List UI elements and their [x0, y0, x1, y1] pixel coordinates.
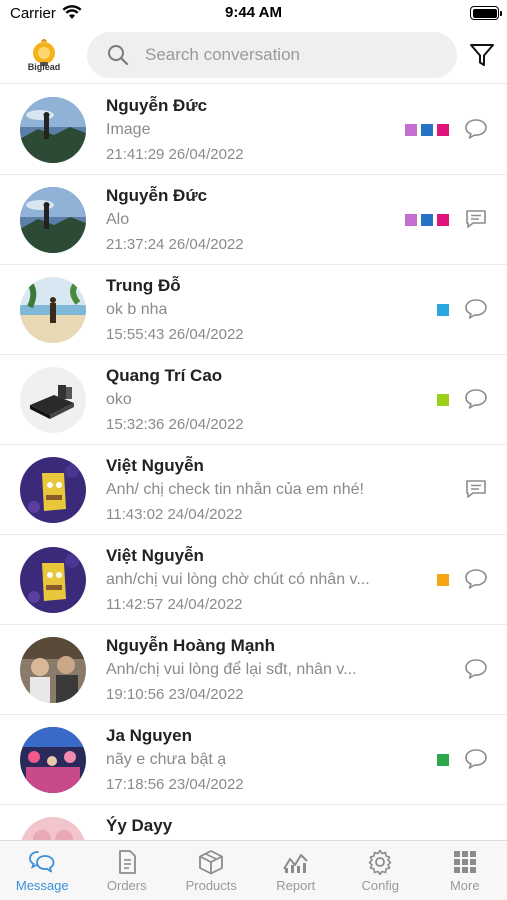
tab-message[interactable]: Message — [0, 841, 85, 900]
search-bar[interactable] — [87, 32, 457, 78]
beach-avatar — [20, 277, 86, 343]
conversation-preview: Alo — [106, 211, 130, 228]
logo-text: Biglead — [27, 62, 61, 72]
tag-color — [405, 214, 417, 226]
conversation-name: Ýy Dayy — [106, 816, 173, 835]
tag-list — [437, 754, 449, 766]
conversation-item[interactable]: Nguyễn Đức Alo 21:37:24 26/04/2022 — [0, 175, 507, 265]
conversation-item[interactable]: Ja Nguyen nãy e chưa bật ạ 17:18:56 23/0… — [0, 715, 507, 805]
landscape-avatar — [20, 97, 86, 163]
conversation-time: 15:32:36 26/04/2022 — [106, 416, 244, 433]
chat-bubble-icon[interactable] — [464, 568, 488, 590]
conversation-time: 21:41:29 26/04/2022 — [106, 146, 244, 163]
tab-label: Config — [361, 878, 400, 893]
tag-list — [437, 304, 449, 316]
conversation-time: 21:37:24 26/04/2022 — [106, 236, 244, 253]
battery-icon — [470, 6, 502, 20]
conversation-item[interactable]: Nguyễn Hoàng Mạnh Anh/chị vui lòng để lạ… — [0, 625, 507, 715]
tab-label: Message — [15, 878, 69, 893]
tag-color — [437, 754, 449, 766]
cartoon-avatar — [20, 457, 86, 523]
landscape-avatar — [20, 187, 86, 253]
conversation-item[interactable]: Việt Nguyễn anh/chị vui lòng chờ chút có… — [0, 535, 507, 625]
conversation-item[interactable]: Nguyễn Đức Image 21:41:29 26/04/2022 — [0, 85, 507, 175]
tab-more[interactable]: More — [423, 841, 507, 900]
conversation-name: Nguyễn Đức — [106, 186, 208, 205]
chat-text-icon[interactable] — [464, 478, 488, 500]
clock: 9:44 AM — [225, 4, 282, 21]
report-icon — [282, 854, 308, 873]
conversation-time: 11:42:57 24/04/2022 — [106, 596, 243, 613]
orders-icon — [118, 850, 136, 874]
tag-list — [437, 394, 449, 406]
pink-avatar — [20, 817, 86, 840]
conversation-name: Quang Trí Cao — [106, 366, 223, 385]
products-icon — [199, 850, 224, 875]
chat-bubble-icon[interactable] — [464, 388, 488, 410]
conversation-item[interactable]: Quang Trí Cao oko 15:32:36 26/04/2022 — [0, 355, 507, 445]
tag-color — [421, 124, 433, 136]
tag-list — [437, 574, 449, 586]
conversation-preview: anh/chị vui lòng chờ chút có nhân v... — [106, 571, 370, 588]
conversation-time: 17:18:56 23/04/2022 — [106, 776, 244, 793]
conversation-name: Nguyễn Hoàng Mạnh — [106, 636, 276, 655]
search-input[interactable] — [145, 32, 445, 78]
conversation-name: Việt Nguyễn — [106, 456, 204, 475]
chat-bubble-icon[interactable] — [464, 118, 488, 140]
chat-bubble-icon[interactable] — [464, 658, 488, 680]
more-icon — [453, 851, 476, 873]
conversation-name: Ja Nguyen — [106, 726, 192, 745]
config-icon — [368, 849, 392, 875]
tab-products[interactable]: Products — [169, 841, 254, 900]
conversation-item[interactable]: Trung Đỗ ok b nha 15:55:43 26/04/2022 — [0, 265, 507, 355]
cartoon-avatar — [20, 547, 86, 613]
conversation-preview: Image — [106, 121, 151, 138]
tag-color — [437, 124, 449, 136]
tab-bar: Message Orders Products Report Config Mo… — [0, 840, 507, 900]
tab-report[interactable]: Report — [254, 841, 339, 900]
header: Biglead — [0, 28, 507, 84]
conversation-preview: ok b nha — [106, 301, 168, 318]
status-bar: Carrier 9:44 AM — [0, 0, 507, 28]
conversation-name: Trung Đỗ — [106, 276, 181, 295]
conversation-list: Nguyễn Đức Image 21:41:29 26/04/2022 Ngu… — [0, 85, 507, 840]
filter-icon[interactable] — [469, 42, 495, 68]
tag-color — [437, 394, 449, 406]
conversation-preview: nãy e chưa bật ạ — [106, 751, 227, 768]
tag-color — [437, 574, 449, 586]
tag-color — [405, 124, 417, 136]
tag-color — [421, 214, 433, 226]
tab-label: Orders — [106, 878, 147, 893]
tab-label: More — [449, 878, 480, 893]
tag-color — [437, 304, 449, 316]
tag-color — [437, 214, 449, 226]
tag-list — [405, 214, 449, 226]
search-icon — [108, 45, 129, 66]
conversation-preview: Anh/chị vui lòng để lại sđt, nhân v... — [106, 661, 357, 678]
tab-orders[interactable]: Orders — [85, 841, 170, 900]
conversation-name: Nguyễn Đức — [106, 96, 208, 115]
chat-bubble-icon[interactable] — [464, 748, 488, 770]
conversation-item[interactable]: Việt Nguyễn Anh/ chị check tin nhắn của … — [0, 445, 507, 535]
party-avatar — [20, 727, 86, 793]
conversation-name: Việt Nguyễn — [106, 546, 204, 565]
tag-list — [405, 124, 449, 136]
conversation-time: 19:10:56 23/04/2022 — [106, 686, 244, 703]
chat-text-icon[interactable] — [464, 208, 488, 230]
conversation-item[interactable]: Ýy Dayy — [0, 805, 507, 840]
conversation-preview: oko — [106, 391, 132, 408]
tab-label: Products — [185, 878, 237, 893]
tab-config[interactable]: Config — [338, 841, 423, 900]
people-avatar — [20, 637, 86, 703]
conversation-preview: Anh/ chị check tin nhắn của em nhé! — [106, 481, 364, 498]
conversation-time: 15:55:43 26/04/2022 — [106, 326, 244, 343]
message-icon — [29, 851, 55, 873]
tab-label: Report — [276, 878, 316, 893]
conversation-time: 11:43:02 24/04/2022 — [106, 506, 243, 523]
device-avatar — [20, 367, 86, 433]
chat-bubble-icon[interactable] — [464, 298, 488, 320]
